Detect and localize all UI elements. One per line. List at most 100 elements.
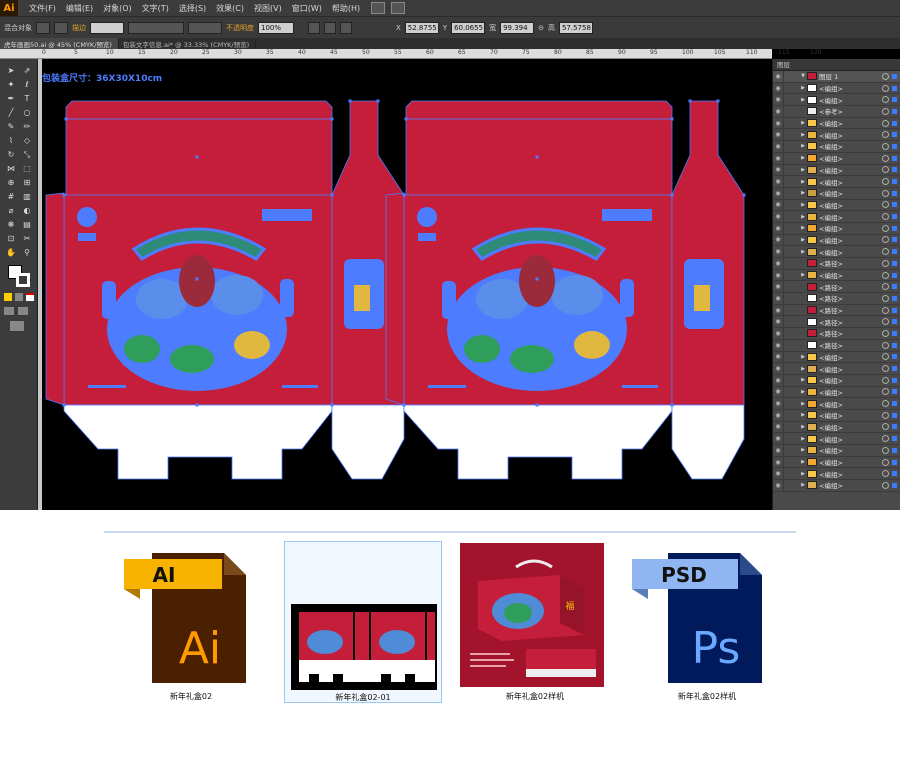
layer-name[interactable]: <路径> [819, 328, 882, 338]
visibility-eye-icon[interactable]: ◉ [773, 272, 783, 279]
selected-art-indicator[interactable] [892, 436, 897, 442]
layer-row[interactable]: ◉ ▶ <编组> [773, 234, 900, 247]
expand-chevron-icon[interactable]: ▶ [799, 354, 807, 360]
selected-art-indicator[interactable] [892, 307, 897, 313]
lock-column[interactable] [783, 445, 799, 456]
target-ring-icon[interactable] [882, 353, 889, 361]
style-icon[interactable] [308, 21, 320, 34]
selected-art-indicator[interactable] [892, 260, 897, 266]
selected-art-indicator[interactable] [892, 73, 897, 79]
lock-column[interactable] [783, 82, 799, 94]
blob-brush-tool-icon[interactable]: ⌇ [4, 135, 18, 147]
lock-column[interactable] [783, 129, 799, 141]
layer-row[interactable]: ◉ <路径> [773, 316, 900, 329]
target-ring-icon[interactable] [882, 458, 889, 466]
layer-row[interactable]: ◉ ▶ <编组> [773, 445, 900, 457]
layer-name[interactable]: <路径> [819, 305, 882, 315]
target-ring-icon[interactable] [882, 201, 889, 209]
layer-row[interactable]: ◉ ▶ <编组> [773, 129, 900, 142]
layer-row[interactable]: ◉ ▶ <编组> [773, 386, 900, 399]
layer-name[interactable]: <编组> [819, 165, 882, 175]
expand-chevron-icon[interactable]: ▶ [799, 155, 807, 161]
menu-type[interactable]: 文字(T) [137, 3, 174, 14]
lock-column[interactable] [783, 433, 799, 444]
layer-row[interactable]: ◉ <参考> [773, 106, 900, 118]
target-ring-icon[interactable] [882, 259, 889, 267]
lock-column[interactable] [783, 222, 799, 234]
visibility-eye-icon[interactable]: ◉ [773, 120, 783, 127]
layer-name[interactable]: <编组> [819, 387, 882, 397]
target-ring-icon[interactable] [882, 119, 889, 127]
target-ring-icon[interactable] [882, 166, 889, 174]
layer-row[interactable]: ◉ <路径> [773, 339, 900, 352]
layer-row[interactable]: ◉ ▶ <编组> [773, 421, 900, 434]
layer-name[interactable]: 图层 1 [819, 71, 882, 81]
target-ring-icon[interactable] [882, 400, 889, 408]
opacity-label[interactable]: 不透明度 [226, 23, 254, 33]
target-ring-icon[interactable] [882, 84, 889, 92]
target-ring-icon[interactable] [882, 224, 889, 232]
visibility-eye-icon[interactable]: ◉ [773, 307, 783, 314]
layer-name[interactable]: <编组> [819, 469, 882, 479]
target-ring-icon[interactable] [882, 481, 889, 489]
selected-art-indicator[interactable] [892, 330, 897, 336]
lock-column[interactable] [783, 187, 799, 199]
menu-edit[interactable]: 编辑(E) [61, 3, 98, 14]
layer-row[interactable]: ◉ ▶ <编组> [773, 199, 900, 212]
layer-row[interactable]: ◉ ▶ <编组> [773, 480, 900, 492]
visibility-eye-icon[interactable]: ◉ [773, 330, 783, 337]
layer-name[interactable]: <编组> [819, 480, 882, 490]
layer-row[interactable]: ◉ ▶ <编组> [773, 82, 900, 95]
target-ring-icon[interactable] [882, 446, 889, 454]
brush-definition[interactable] [188, 21, 222, 34]
rotate-tool-icon[interactable]: ↻ [4, 149, 18, 161]
layer-row[interactable]: ◉ ▶ <编组> [773, 456, 900, 469]
layer-name[interactable]: <编组> [819, 83, 882, 93]
screen-mode-icon[interactable] [10, 321, 24, 331]
stroke-color-icon[interactable] [16, 273, 30, 287]
direct-selection-tool-icon[interactable]: ⇗ [20, 65, 34, 77]
target-ring-icon[interactable] [882, 294, 889, 302]
opacity-field[interactable]: 100% [258, 21, 294, 34]
layer-row[interactable]: ◉ <路径> [773, 328, 900, 340]
visibility-eye-icon[interactable]: ◉ [773, 96, 783, 103]
target-ring-icon[interactable] [882, 178, 889, 186]
target-ring-icon[interactable] [882, 131, 889, 139]
draw-mode-icon[interactable] [4, 307, 14, 315]
expand-chevron-icon[interactable]: ▶ [799, 97, 807, 103]
expand-chevron-icon[interactable]: ▶ [799, 179, 807, 185]
expand-chevron-icon[interactable]: ▶ [799, 471, 807, 477]
visibility-eye-icon[interactable]: ◉ [773, 459, 783, 466]
lock-column[interactable] [783, 269, 799, 281]
target-ring-icon[interactable] [882, 283, 889, 291]
lock-column[interactable] [783, 71, 799, 82]
layer-name[interactable]: <路径> [819, 317, 882, 327]
layer-row[interactable]: ◉ <路径> [773, 293, 900, 305]
layer-row[interactable]: ◉ ▶ <编组> [773, 409, 900, 422]
layer-row[interactable]: ◉ ▶ <编组> [773, 211, 900, 223]
expand-chevron-icon[interactable]: ▶ [799, 366, 807, 372]
selected-art-indicator[interactable] [892, 401, 897, 407]
visibility-eye-icon[interactable]: ◉ [773, 412, 783, 419]
lock-column[interactable] [783, 176, 799, 187]
pen-tool-icon[interactable]: ✒ [4, 93, 18, 105]
target-ring-icon[interactable] [882, 248, 889, 256]
bridge-icon[interactable] [371, 2, 386, 14]
expand-chevron-icon[interactable]: ▼ [799, 73, 807, 79]
lock-column[interactable] [783, 363, 799, 374]
target-ring-icon[interactable] [882, 411, 889, 419]
expand-chevron-icon[interactable]: ▶ [799, 249, 807, 255]
type-tool-icon[interactable]: T [20, 93, 34, 105]
expand-chevron-icon[interactable]: ▶ [799, 459, 807, 465]
menu-view[interactable]: 视图(V) [249, 3, 287, 14]
selected-art-indicator[interactable] [892, 342, 897, 348]
expand-chevron-icon[interactable]: ▶ [799, 272, 807, 278]
target-ring-icon[interactable] [882, 236, 889, 244]
expand-chevron-icon[interactable]: ▶ [799, 214, 807, 220]
visibility-eye-icon[interactable]: ◉ [773, 435, 783, 442]
pencil-tool-icon[interactable]: ✏ [20, 121, 34, 133]
layer-row[interactable]: ◉ ▶ <编组> [773, 269, 900, 282]
target-ring-icon[interactable] [882, 72, 889, 80]
draw-inside-icon[interactable] [18, 307, 28, 315]
selected-art-indicator[interactable] [892, 249, 897, 255]
